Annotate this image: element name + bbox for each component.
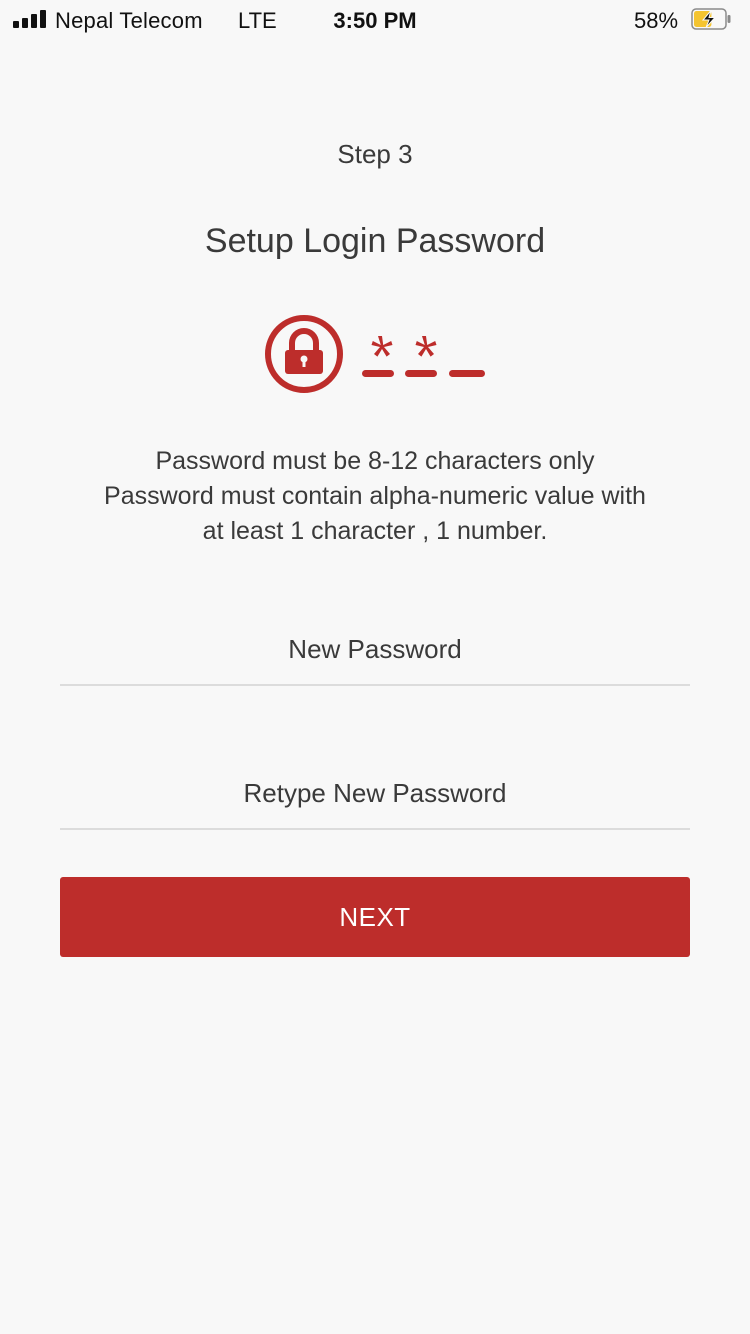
battery-charging-icon — [691, 8, 731, 30]
status-bar: Nepal Telecom LTE 3:50 PM 58% — [0, 0, 750, 40]
password-rules: Password must be 8-12 characters only Pa… — [40, 444, 710, 549]
new-password-field[interactable]: New Password — [60, 628, 690, 686]
retype-password-placeholder: Retype New Password — [243, 778, 507, 808]
page-title: Setup Login Password — [204, 222, 546, 260]
next-button[interactable]: NEXT — [60, 877, 690, 957]
retype-password-field[interactable]: Retype New Password — [60, 772, 690, 830]
step-indicator: Step 3 — [337, 139, 413, 169]
new-password-placeholder: New Password — [288, 634, 462, 664]
rule-length: Password must be 8-12 characters only — [155, 447, 595, 475]
password-lock-icon — [265, 315, 485, 393]
battery-percent: 58% — [634, 8, 679, 33]
rule-alphanumeric: Password must contain alpha-numeric valu… — [104, 482, 646, 510]
rule-minimum: at least 1 character , 1 number. — [202, 517, 548, 545]
